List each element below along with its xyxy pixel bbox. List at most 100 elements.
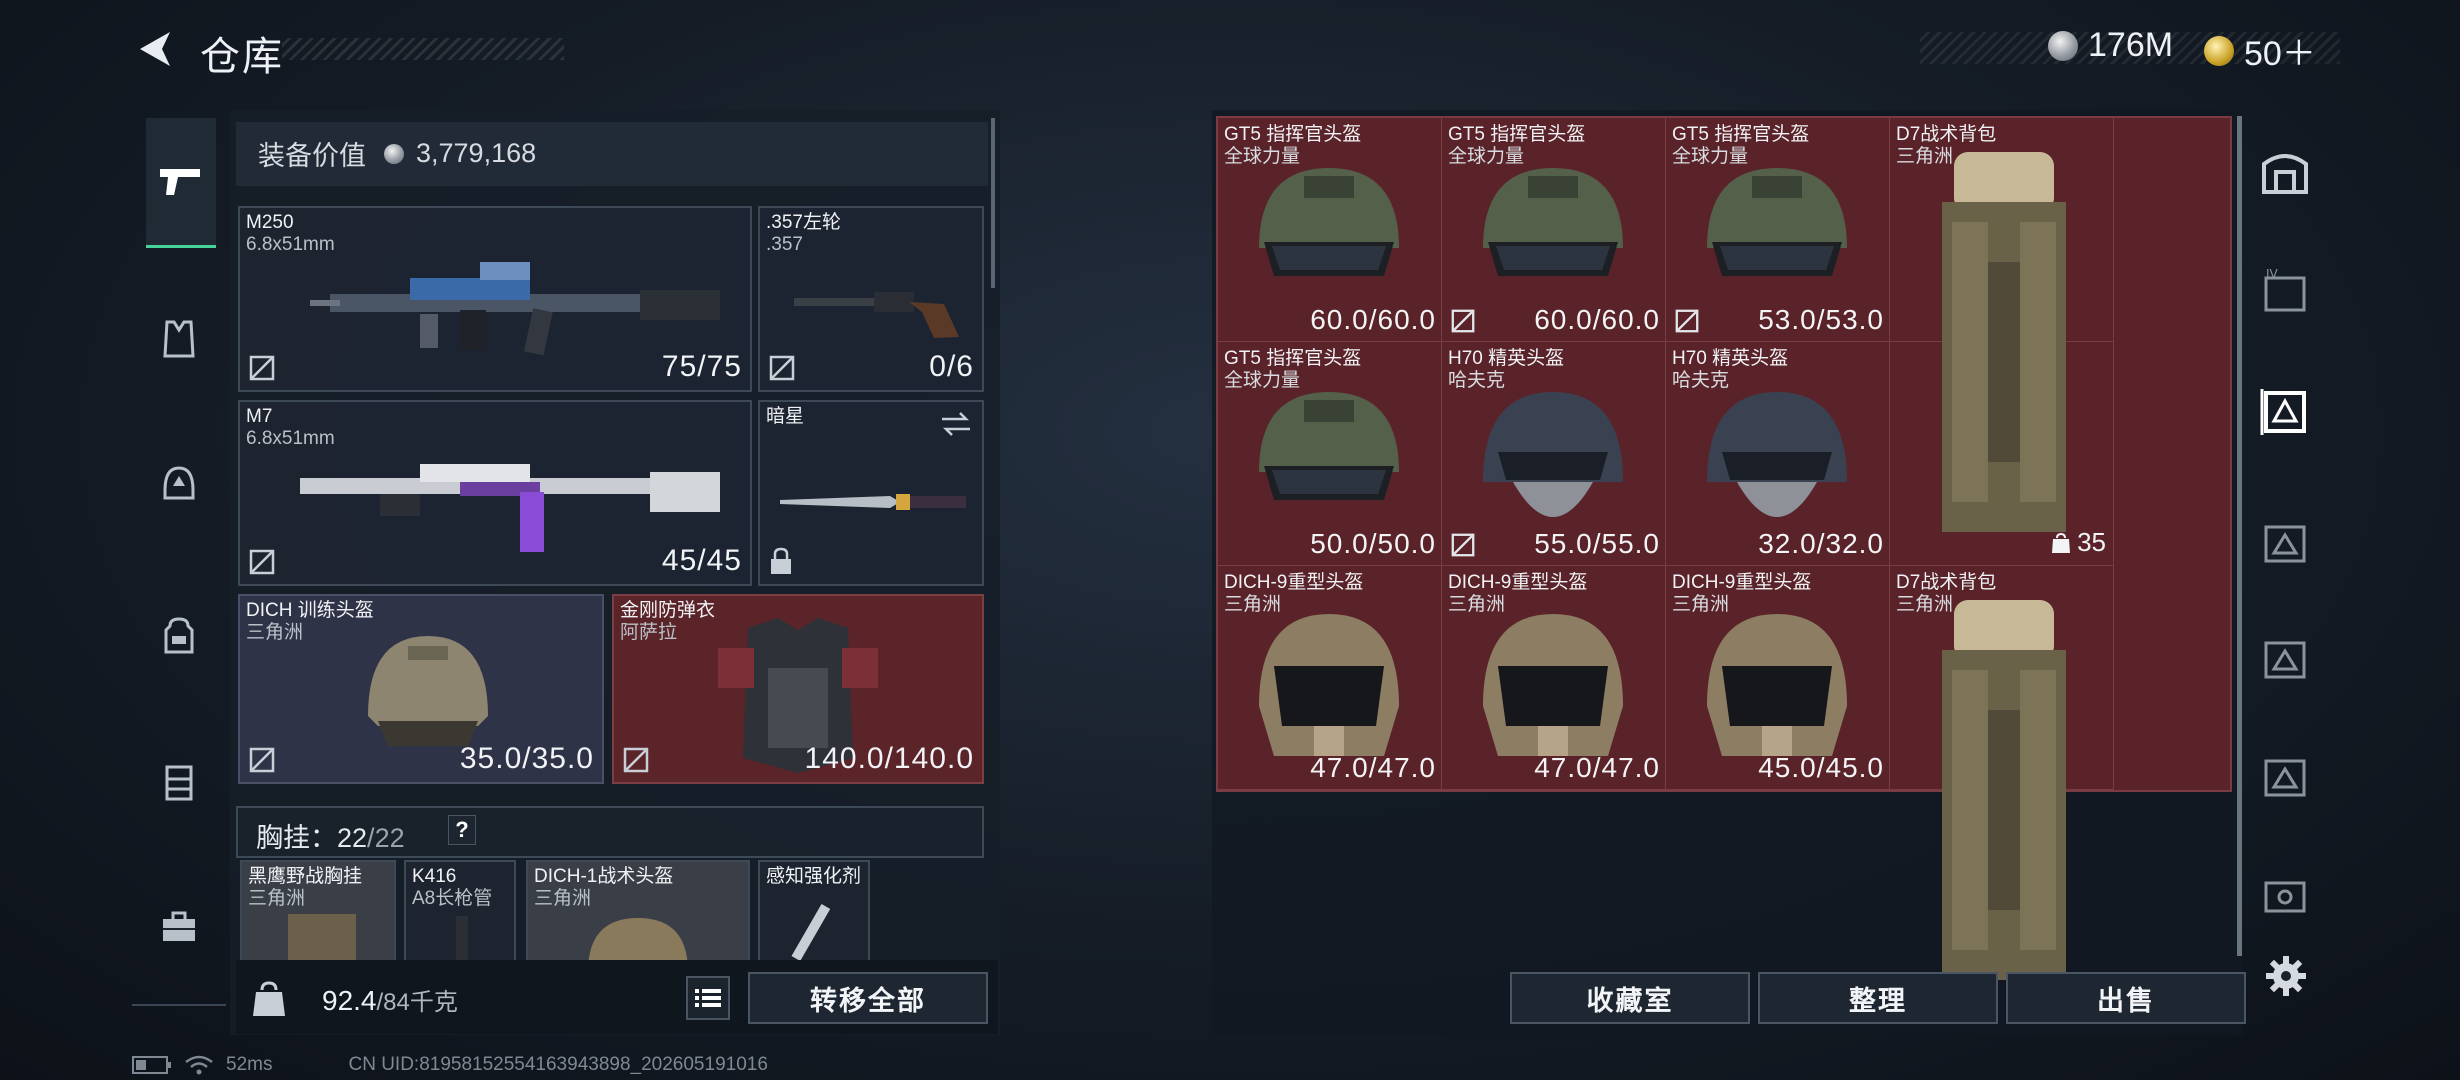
h70-helmet-image [1483, 392, 1623, 517]
gt5-helmet-image [1259, 168, 1399, 276]
storage-tier4-icon: IV [2264, 268, 2306, 312]
helmet-slot[interactable]: DICH 训练头盔 三角洲 35.0/35.0 [238, 594, 604, 784]
tab-storage-active[interactable] [2254, 380, 2316, 442]
gold-currency[interactable]: 50＋ [2204, 26, 2316, 75]
storage-scrollbar[interactable] [2237, 116, 2242, 956]
storage-item[interactable]: DICH-9重型头盔 三角洲 45.0/45.0 [1666, 566, 1890, 790]
armor-slot[interactable]: 金刚防弹衣 阿萨拉 140.0/140.0 [612, 594, 984, 784]
rig-item[interactable]: K416 A8长枪管 [404, 860, 516, 960]
chest-rig-capacity: 胸挂：22/22 [256, 816, 405, 855]
nav-briefcase[interactable] [144, 892, 214, 962]
weight-current: 92.4 [322, 985, 377, 1016]
storage-item[interactable]: D7战术背包三角洲35 [1890, 118, 2114, 566]
briefcase-icon [163, 911, 195, 941]
carry-weight: 92.4/84千克 [322, 982, 458, 1017]
tab-storage-tier[interactable]: IV [2254, 260, 2316, 322]
rig-item-name: 感知强化剂 [766, 866, 862, 887]
storage-item-durability: 50.0/50.0 [1310, 528, 1436, 559]
storage-item[interactable]: GT5 指挥官头盔 全球力量 60.0/60.0 [1218, 118, 1442, 342]
tab-storage-tier[interactable] [2254, 510, 2316, 572]
rig-item[interactable]: 黑鹰野战胸挂 三角洲 [240, 860, 396, 960]
equipment-scrollbar[interactable] [991, 118, 995, 288]
tab-storage-main[interactable] [2254, 140, 2316, 202]
storage-grid: GT5 指挥官头盔 全球力量 60.0/60.0 GT5 指挥官头盔 全球力量 60.0/… [1216, 116, 2232, 1005]
nav-helmet[interactable] [144, 448, 214, 518]
storage-item-durability: 60.0/60.0 [1534, 304, 1660, 335]
nav-weapons[interactable] [146, 118, 216, 248]
storage-item-faction: 全球力量 [1448, 146, 1525, 167]
transfer-all-button[interactable]: 转移全部 [748, 972, 988, 1024]
unlock-icon [1451, 309, 1475, 333]
backpack-capacity: 35 [2051, 527, 2106, 558]
storage-tier5-icon [2264, 881, 2306, 913]
chest-rig-max: 22 [374, 823, 405, 853]
pistol-icon [160, 168, 200, 195]
storage-item[interactable]: DICH-9重型头盔 三角洲 47.0/47.0 [1442, 566, 1666, 790]
weight-icon [253, 981, 285, 1016]
gt5-helmet-image [1483, 168, 1623, 276]
sell-button[interactable]: 出售 [2006, 972, 2246, 1024]
storage-item[interactable]: H70 精英头盔 哈夫克 55.0/55.0 [1442, 342, 1666, 566]
storage-item[interactable]: H70 精英头盔 哈夫克 32.0/32.0 [1666, 342, 1890, 566]
armor-name: 金刚防弹衣 [620, 600, 716, 621]
nav-chest-rig[interactable] [144, 748, 214, 818]
storage-item[interactable]: GT5 指挥官头盔 全球力量 50.0/50.0 [1218, 342, 1442, 566]
weapon-name: .357左轮 [766, 212, 841, 233]
tab-storage-tier[interactable] [2254, 626, 2316, 688]
rig-item-sub: 三角洲 [248, 888, 306, 909]
dich9-helmet-image [1259, 614, 1399, 756]
tab-storage-tier[interactable] [2254, 744, 2316, 806]
storage-item-name: D7战术背包 [1896, 572, 1997, 593]
back-icon[interactable] [132, 26, 178, 72]
unlock-icon [249, 355, 275, 381]
storage-item-faction: 三角洲 [1224, 594, 1282, 615]
rig-item-name: K416 [412, 866, 457, 887]
rig-item[interactable]: DICH-1战术头盔 三角洲 [526, 860, 750, 960]
primary-weapon-slot-2[interactable]: M7 6.8x51mm 45/45 [238, 400, 752, 586]
tab-storage-tier[interactable] [2254, 864, 2316, 926]
h70-helmet-image [1707, 392, 1847, 517]
storage-item-name: GT5 指挥官头盔 [1224, 124, 1362, 145]
pistol-slot[interactable]: .357左轮 .357 0/6 [758, 206, 984, 392]
storage-item-durability: 60.0/60.0 [1310, 304, 1436, 335]
settings-button[interactable] [2264, 954, 2308, 998]
rig-item[interactable]: 感知强化剂 [758, 860, 870, 960]
equipment-value-amount: 3,779,168 [416, 138, 537, 168]
nav-divider [132, 1004, 226, 1006]
melee-slot[interactable]: 暗星 [758, 400, 984, 586]
swap-icon[interactable] [940, 410, 972, 438]
list-view-button[interactable] [686, 976, 730, 1020]
rig-item-sub: 三角洲 [534, 888, 592, 909]
user-uid: CN UID:8195815255416394389​8_20260519101… [348, 1054, 768, 1075]
storage-item-faction: 全球力量 [1672, 146, 1749, 167]
primary-weapon-slot-1[interactable]: M250 6.8x51mm 75/75 [238, 206, 752, 392]
page-title: 仓库 [200, 35, 284, 79]
backpack-icon [164, 617, 194, 654]
weapon-ammo: 0/6 [929, 350, 974, 383]
storage-item[interactable]: D7战术背包三角洲35 [1890, 566, 2114, 1014]
knife-image [780, 494, 966, 510]
gold-amount: 50＋ [2244, 35, 2316, 73]
gt5-helmet-image [1707, 168, 1847, 276]
weapon-caliber: .357 [766, 234, 803, 255]
rig-items-row: 黑鹰野战胸挂 三角洲 K416 A8长枪管 DICH-1战术头盔 三角洲 感知强… [236, 860, 996, 960]
storage-icon [2262, 154, 2308, 194]
helmet-faction: 三角洲 [246, 622, 304, 643]
silver-currency[interactable]: 176M [2048, 26, 2173, 65]
sort-button[interactable]: 整理 [1758, 972, 1998, 1024]
storage-item-faction: 三角洲 [1672, 594, 1730, 615]
storage-item[interactable]: DICH-9重型头盔 三角洲 47.0/47.0 [1218, 566, 1442, 790]
storage-item-name: D7战术背包 [1896, 124, 1997, 145]
help-button[interactable]: ? [448, 815, 476, 845]
storage-tier3-icon [2264, 525, 2306, 563]
nav-armor[interactable] [144, 304, 214, 374]
silver-coin-icon [384, 143, 404, 164]
machine-gun-image [310, 262, 720, 356]
nav-backpack[interactable] [144, 600, 214, 670]
collection-room-button[interactable]: 收藏室 [1510, 972, 1750, 1024]
storage-item[interactable]: GT5 指挥官头盔 全球力量 53.0/53.0 [1666, 118, 1890, 342]
chest-rig-separator: / [367, 823, 375, 853]
storage-item[interactable]: GT5 指挥官头盔 全球力量 60.0/60.0 [1442, 118, 1666, 342]
unlock-icon [249, 549, 275, 575]
storage-item-faction: 三角洲 [1448, 594, 1506, 615]
